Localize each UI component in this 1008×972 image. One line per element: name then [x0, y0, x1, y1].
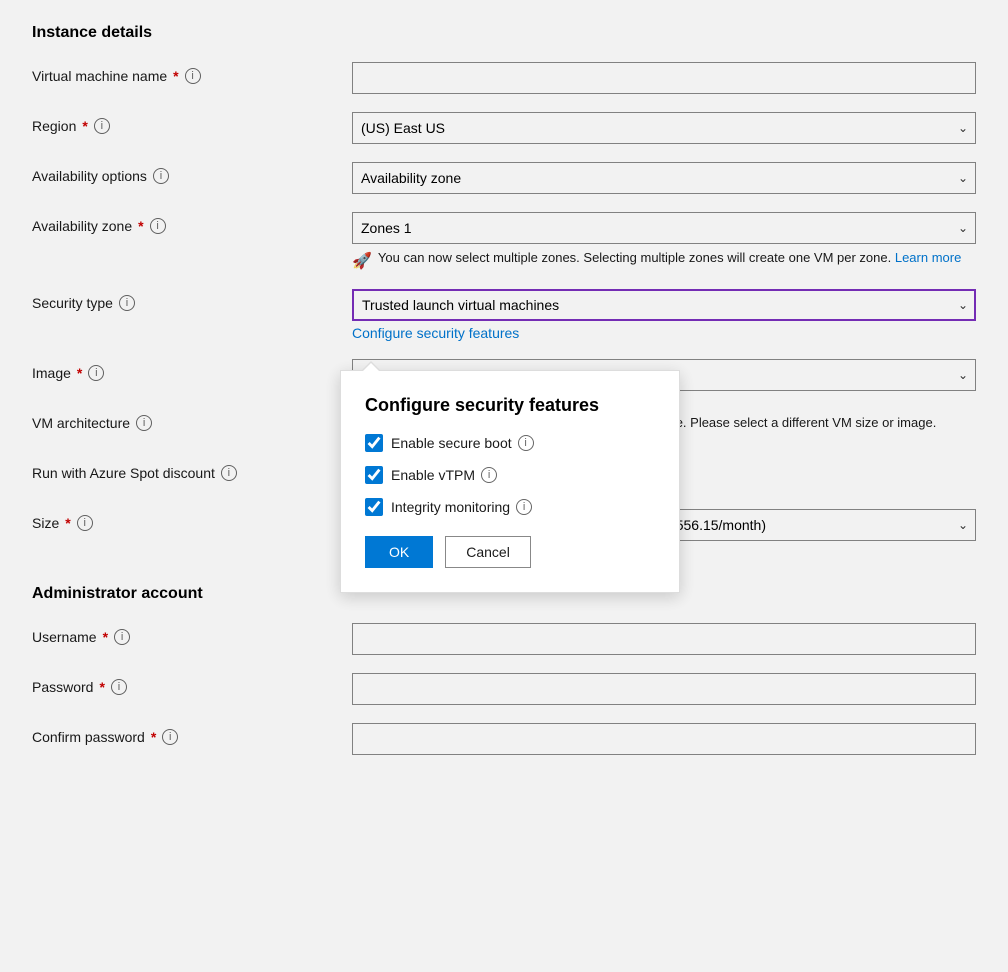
vtpm-checkbox[interactable] — [365, 466, 383, 484]
modal-buttons: OK Cancel — [365, 536, 655, 568]
integrity-monitoring-checkbox[interactable] — [365, 498, 383, 516]
configure-security-modal: Configure security features Enable secur… — [340, 370, 680, 593]
modal-overlay: Configure security features Enable secur… — [0, 0, 1008, 972]
secure-boot-info-icon[interactable]: i — [518, 435, 534, 451]
secure-boot-checkbox[interactable] — [365, 434, 383, 452]
vtpm-row: Enable vTPM i — [365, 466, 655, 484]
modal-title: Configure security features — [365, 395, 655, 416]
modal-triangle-inner — [362, 363, 380, 372]
modal-ok-button[interactable]: OK — [365, 536, 433, 568]
integrity-monitoring-row: Integrity monitoring i — [365, 498, 655, 516]
vtpm-info-icon[interactable]: i — [481, 467, 497, 483]
secure-boot-row: Enable secure boot i — [365, 434, 655, 452]
integrity-monitoring-label: Integrity monitoring i — [391, 499, 532, 515]
modal-cancel-button[interactable]: Cancel — [445, 536, 531, 568]
integrity-monitoring-info-icon[interactable]: i — [516, 499, 532, 515]
vtpm-label: Enable vTPM i — [391, 467, 497, 483]
secure-boot-label: Enable secure boot i — [391, 435, 534, 451]
